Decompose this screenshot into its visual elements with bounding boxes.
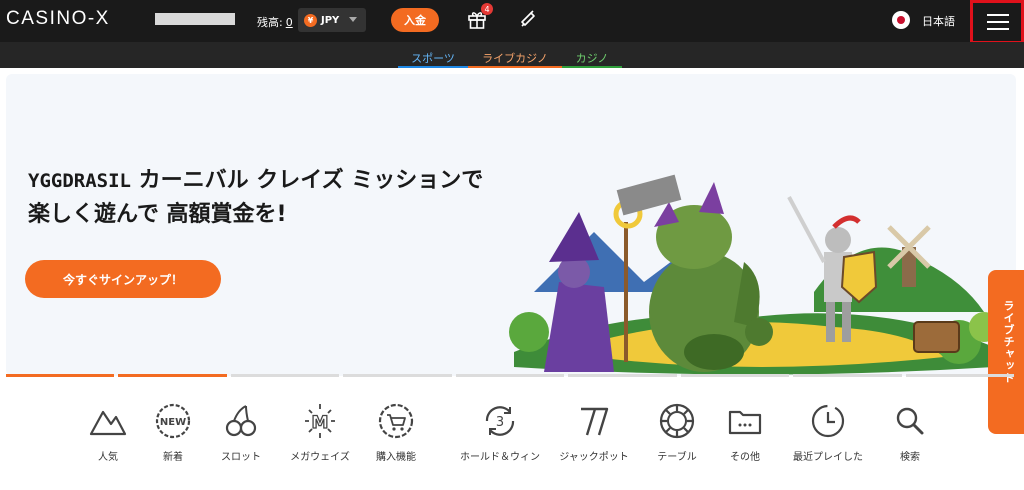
- hero-illustration: [509, 174, 999, 375]
- tab-live-casino-label: ライブカジノ: [482, 52, 548, 65]
- menu-line: [987, 28, 1009, 30]
- top-bar: CASINO-X 残高: 0 ¥ JPY 入金 4 日本語: [0, 0, 1024, 44]
- currency-label: JPY: [321, 14, 340, 26]
- category-label: メガウェイズ: [290, 452, 350, 463]
- mountain-icon: [89, 410, 127, 436]
- svg-text:NEW: NEW: [160, 417, 186, 428]
- tab-sports-underline: [398, 66, 468, 68]
- live-chat-tab[interactable]: ライブチャット: [988, 270, 1024, 434]
- hold-win-icon: 3: [485, 406, 515, 436]
- cart-icon: [378, 403, 414, 439]
- language-selector[interactable]: 日本語: [922, 13, 955, 29]
- category-label: 最近プレイした: [793, 452, 863, 463]
- tab-sports[interactable]: スポーツ: [398, 50, 468, 68]
- slider-segment[interactable]: [343, 374, 452, 377]
- category-label: 購入機能: [376, 452, 416, 463]
- tab-casino-label: カジノ: [575, 52, 609, 65]
- tab-live-casino-underline: [468, 66, 562, 68]
- search-icon: [896, 407, 924, 435]
- slider-segment[interactable]: [6, 374, 115, 377]
- currency-selector[interactable]: ¥ JPY: [298, 8, 366, 32]
- seven-icon: [581, 407, 609, 436]
- game-categories: 人気 NEW 新着 スロット M メガウェイズ 購入機能 3 ホールド＆ウィン …: [80, 400, 940, 480]
- slider-segment[interactable]: [118, 374, 227, 377]
- balance-value[interactable]: 0: [286, 16, 293, 29]
- hero-banner[interactable]: YGGDRASIL カーニバル クレイズ ミッションで 楽しく遊んで 高額賞金を…: [6, 74, 1016, 376]
- product-nav: スポーツ ライブカジノ カジノ: [0, 42, 1024, 68]
- tab-sports-label: スポーツ: [411, 52, 455, 65]
- deposit-button[interactable]: 入金: [391, 8, 439, 32]
- category-label: 検索: [900, 452, 920, 463]
- hamburger-menu-button[interactable]: [970, 0, 1024, 44]
- balance: 残高: 0: [257, 14, 293, 30]
- slider-segment[interactable]: [455, 374, 565, 377]
- menu-line: [987, 14, 1009, 16]
- hero-title: YGGDRASIL カーニバル クレイズ ミッションで 楽しく遊んで 高額賞金を…: [28, 164, 483, 232]
- hero-title-line2: 楽しく遊んで 高額賞金を!: [28, 202, 287, 227]
- hero-brand: YGGDRASIL: [28, 170, 131, 192]
- gift-count-badge: 4: [481, 3, 493, 15]
- menu-line: [987, 21, 1009, 23]
- slider-segment[interactable]: [793, 374, 902, 377]
- hero-title-line1: カーニバル クレイズ ミッションで: [138, 168, 484, 193]
- chevron-down-icon: [349, 17, 357, 22]
- category-other[interactable]: その他: [705, 400, 785, 463]
- category-label: スロット: [221, 452, 261, 463]
- svg-text:M: M: [312, 413, 329, 433]
- slider-segment[interactable]: [680, 374, 790, 377]
- chip-icon: [659, 403, 695, 439]
- category-recently-played[interactable]: 最近プレイした: [778, 400, 878, 463]
- category-jackpot[interactable]: ジャックポット: [546, 400, 642, 463]
- tab-casino[interactable]: カジノ: [562, 50, 622, 68]
- live-chat-label: ライブチャット: [1002, 300, 1015, 384]
- yen-icon: ¥: [304, 13, 317, 27]
- category-buy-feature[interactable]: 購入機能: [356, 400, 436, 463]
- slider-segment[interactable]: [568, 374, 677, 377]
- svg-text:3: 3: [496, 415, 504, 430]
- megaways-icon: M: [305, 404, 335, 438]
- masked-username: [155, 13, 235, 25]
- category-hold-and-win[interactable]: 3 ホールド＆ウィン: [448, 400, 552, 463]
- site-logo[interactable]: CASINO-X: [6, 8, 110, 30]
- new-badge-icon: NEW: [155, 403, 191, 439]
- slider-segment[interactable]: [230, 374, 340, 377]
- folder-icon: [728, 410, 762, 435]
- tab-casino-underline: [562, 66, 622, 68]
- megaphone-icon[interactable]: [518, 9, 538, 29]
- cherry-icon: [225, 405, 257, 437]
- slider-progress: [6, 374, 1014, 378]
- slider-segment[interactable]: [905, 374, 1014, 377]
- tab-live-casino[interactable]: ライブカジノ: [468, 50, 562, 68]
- category-label: ジャックポット: [559, 452, 629, 463]
- signup-button[interactable]: 今すぐサインアップ！: [25, 260, 221, 298]
- japan-flag-icon[interactable]: [892, 11, 910, 29]
- clock-icon: [811, 404, 845, 438]
- balance-label: 残高:: [257, 16, 283, 29]
- category-label: ホールド＆ウィン: [460, 452, 540, 463]
- category-slots[interactable]: スロット: [201, 400, 281, 463]
- category-search[interactable]: 検索: [870, 400, 950, 463]
- category-label: その他: [730, 452, 760, 463]
- category-megaways[interactable]: M メガウェイズ: [280, 400, 360, 463]
